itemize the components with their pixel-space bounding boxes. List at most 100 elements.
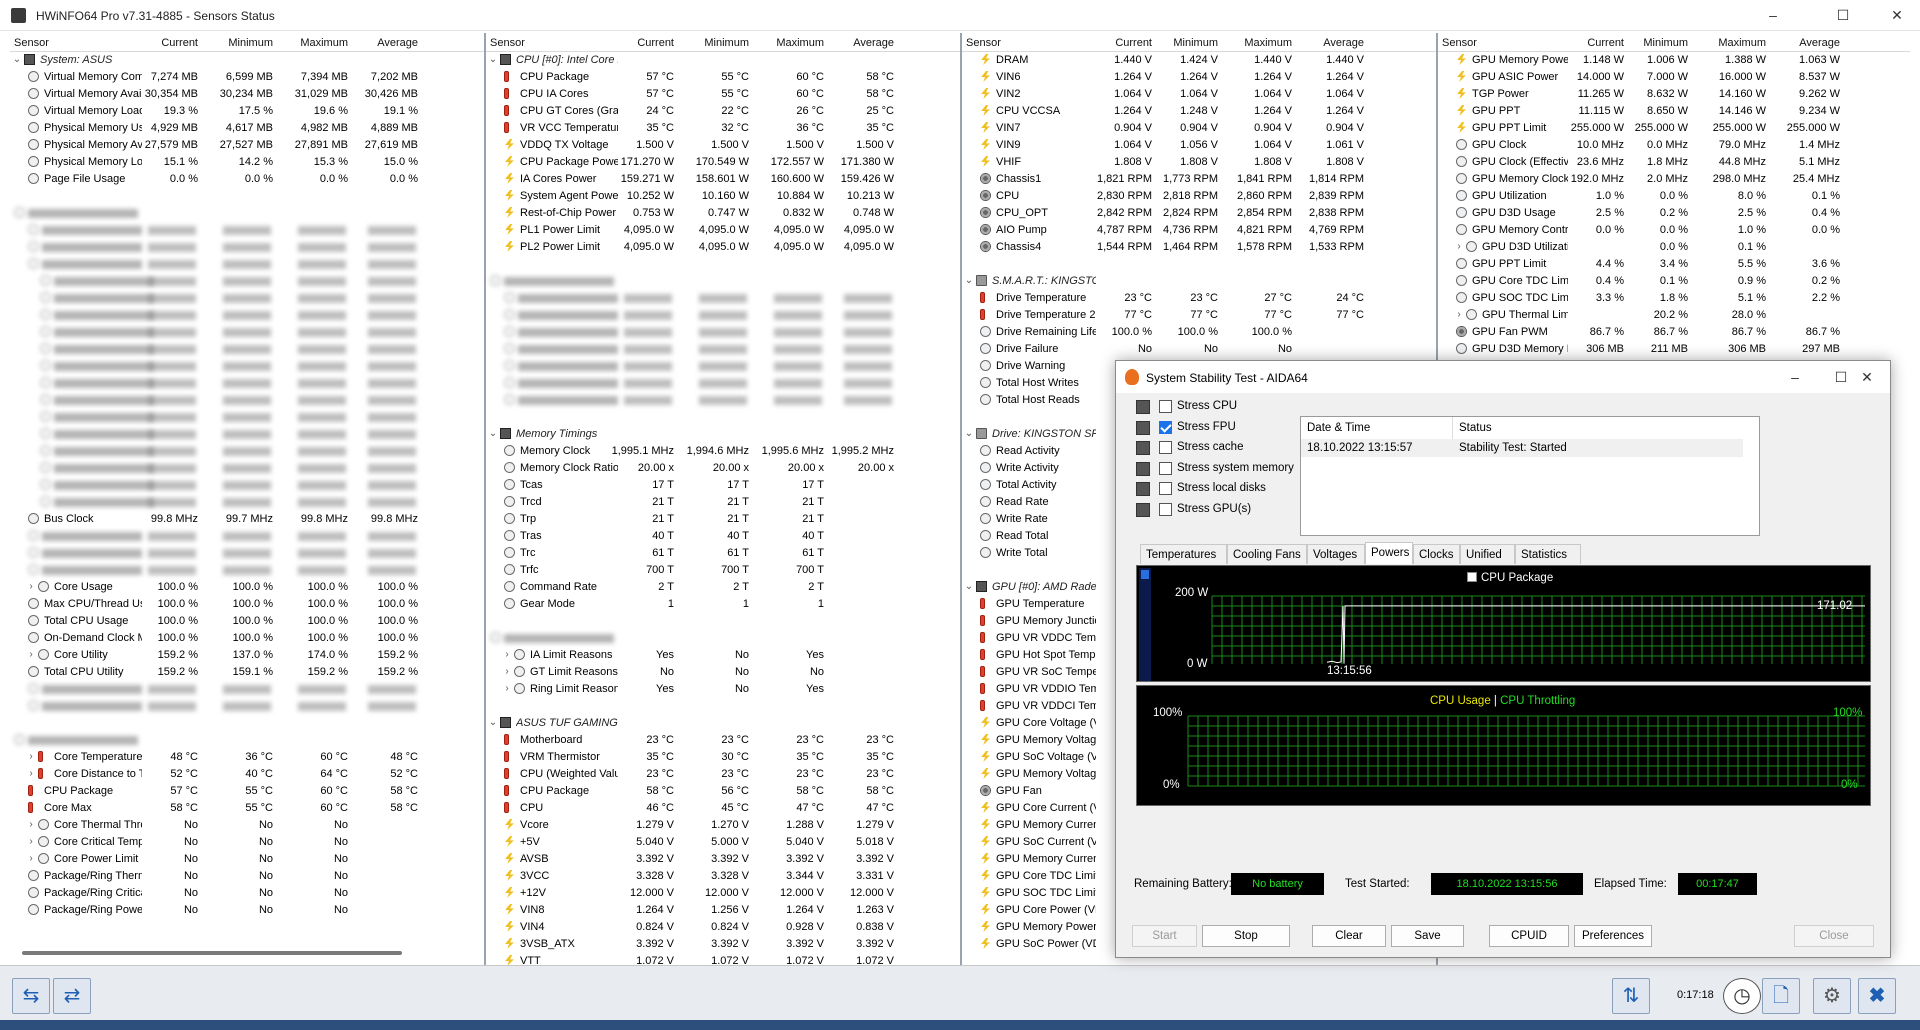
redacted-row[interactable] — [10, 562, 484, 579]
checkbox[interactable] — [1159, 482, 1172, 495]
sensor-row-core-thermal-throttling[interactable]: › Core Thermal Throttling No No No — [10, 817, 484, 834]
expand-chevron-icon[interactable]: › — [1454, 309, 1464, 320]
gear-icon[interactable]: ⚙ — [1813, 978, 1851, 1014]
sensor-row-vr-vcc-temperature-sv[interactable]: VR VCC Temperature (SV... 35 °C 32 °C 36 °C… — [486, 120, 960, 137]
aida-close-button[interactable]: ✕ — [1844, 361, 1890, 393]
sensor-row-physical-memory-available[interactable]: Physical Memory Available27,579 MB 27,527… — [10, 137, 484, 154]
collapse-chevron-icon[interactable]: ⌄ — [964, 581, 974, 592]
sensor-row-cpu[interactable]: CPU 2,830 RPM 2,818 RPM 2,860 RPM 2,839 RPM — [962, 188, 1436, 205]
redacted-row[interactable] — [486, 324, 960, 341]
save-button[interactable]: Save — [1391, 925, 1464, 947]
sensor-row-vcore[interactable]: Vcore 1.279 V 1.270 V 1.288 V 1.279 V — [486, 817, 960, 834]
sensor-row-gpu-core-tdc-limit[interactable]: GPU Core TDC Limit 0.4 % 0.1 % 0.9 % 0.2 % — [1438, 273, 1910, 290]
redacted-row[interactable] — [10, 681, 484, 698]
column-header[interactable]: Sensor Current Minimum Maximum Average — [486, 33, 960, 52]
sensor-row-vin7[interactable]: VIN7 0.904 V 0.904 V 0.904 V 0.904 V — [962, 120, 1436, 137]
header-minimum[interactable]: Minimum — [205, 37, 273, 49]
sensor-row-gear-mode[interactable]: Gear Mode 1 1 1 — [486, 596, 960, 613]
sensor-row-package-ring-power-limi[interactable]: Package/Ring Power Limi... No No No — [10, 902, 484, 919]
sensor-row-core-distance-to-tjmax[interactable]: › Core Distance to TjMAX 52 °C 40 °C 64 °C 52… — [10, 766, 484, 783]
sensor-row-ia-limit-reasons[interactable]: › IA Limit Reasons Yes No Yes — [486, 647, 960, 664]
expand-chevron-icon[interactable]: › — [502, 649, 512, 660]
sensor-row-tcas[interactable]: Tcas 17 T 17 T 17 T — [486, 477, 960, 494]
header-average[interactable]: Average — [1772, 37, 1840, 49]
expand-chevron-icon[interactable]: › — [1454, 241, 1464, 252]
redacted-row[interactable] — [486, 290, 960, 307]
header-minimum[interactable]: Minimum — [1150, 37, 1218, 49]
sensor-row-package-ring-critical-te[interactable]: Package/Ring Critical Te... No No No — [10, 885, 484, 902]
sensor-row-system-agent-power[interactable]: System Agent Power 10.252 W 10.160 W 10.884… — [486, 188, 960, 205]
sensor-row-gpu-memory-controller-u[interactable]: GPU Memory Controller U... 0.0 % 0.0 % 1.0 … — [1438, 222, 1910, 239]
expand-chevron-icon[interactable]: › — [26, 836, 36, 847]
sensor-group-s-m-a-r-t-kingston-s[interactable]: ⌄ S.M.A.R.T.: KINGSTON S... — [962, 273, 1436, 290]
redacted-row[interactable] — [10, 307, 484, 324]
sensor-row-core-temperatures[interactable]: › Core Temperatures 48 °C 36 °C 60 °C 48 °C — [10, 749, 484, 766]
sensor-row-chassis1[interactable]: Chassis1 1,821 RPM 1,773 RPM 1,841 RPM 1,814… — [962, 171, 1436, 188]
expand-chevron-icon[interactable]: › — [502, 666, 512, 677]
redacted-row[interactable] — [10, 290, 484, 307]
maximize-button[interactable]: ☐ — [1820, 0, 1866, 31]
tab-statistics[interactable]: Statistics — [1515, 544, 1581, 564]
sensor-row-pl2-power-limit[interactable]: PL2 Power Limit 4,095.0 W 4,095.0 W 4,095.0… — [486, 239, 960, 256]
collapse-left-right-icon[interactable]: ⇄ — [53, 978, 91, 1014]
sensor-row-trp[interactable]: Trp 21 T 21 T 21 T — [486, 511, 960, 528]
collapse-chevron-icon[interactable]: ⌄ — [488, 54, 498, 65]
sensor-group-cpu-0-intel-core-i5-1[interactable]: ⌄ CPU [#0]: Intel Core i5-1... — [486, 52, 960, 69]
collapse-chevron-icon[interactable]: ⌄ — [488, 717, 498, 728]
sensor-row-cpu-package[interactable]: CPU Package 58 °C 56 °C 58 °C 58 °C — [486, 783, 960, 800]
tab-powers[interactable]: Powers — [1365, 542, 1413, 564]
header-sensor[interactable]: Sensor — [490, 37, 525, 49]
redacted-row[interactable] — [10, 477, 484, 494]
sensor-row-virtual-memory-load[interactable]: Virtual Memory Load 19.3 % 17.5 % 19.6 % 19.… — [10, 103, 484, 120]
sensor-row-gpu-utilization[interactable]: GPU Utilization 1.0 % 0.0 % 8.0 % 0.1 % — [1438, 188, 1910, 205]
close-button[interactable]: ✕ — [1874, 0, 1920, 31]
sensor-row-vin9[interactable]: VIN9 1.064 V 1.056 V 1.064 V 1.061 V — [962, 137, 1436, 154]
sensor-row-dram[interactable]: DRAM 1.440 V 1.424 V 1.440 V 1.440 V — [962, 52, 1436, 69]
sensor-row-total-cpu-utility[interactable]: Total CPU Utility 159.2 % 159.1 % 159.2 % 15… — [10, 664, 484, 681]
sensor-row-12v[interactable]: +12V 12.000 V 12.000 V 12.000 V 12.000 V — [486, 885, 960, 902]
sensor-row-row[interactable] — [486, 256, 960, 273]
checkbox[interactable] — [1159, 420, 1172, 434]
report-icon[interactable]: 🗋 — [1762, 978, 1800, 1014]
sensor-row-vin4[interactable]: VIN4 0.824 V 0.824 V 0.928 V 0.838 V — [486, 919, 960, 936]
header-maximum[interactable]: Maximum — [1698, 37, 1766, 49]
sensor-row-total-cpu-usage[interactable]: Total CPU Usage 100.0 % 100.0 % 100.0 % 100.… — [10, 613, 484, 630]
redacted-row[interactable] — [10, 698, 484, 715]
sensor-row-core-utility[interactable]: › Core Utility 159.2 % 137.0 % 174.0 % 159.2 … — [10, 647, 484, 664]
column-header[interactable]: Sensor Current Minimum Maximum Average — [1438, 33, 1910, 52]
sensor-row-drive-temperature[interactable]: Drive Temperature 23 °C 23 °C 27 °C 24 °C — [962, 290, 1436, 307]
sensor-row-gpu-d3d-utilizations[interactable]: › GPU D3D Utilizations 0.0 % 0.1 % — [1438, 239, 1910, 256]
sensor-group-memory-timings[interactable]: ⌄ Memory Timings — [486, 426, 960, 443]
redacted-row[interactable] — [10, 409, 484, 426]
redacted-row[interactable] — [486, 392, 960, 409]
tab-clocks[interactable]: Clocks — [1413, 544, 1460, 564]
sensor-row-chassis4[interactable]: Chassis4 1,544 RPM 1,464 RPM 1,578 RPM 1,533… — [962, 239, 1436, 256]
sensor-row-gpu-thermal-limits[interactable]: › GPU Thermal Limits 20.2 % 28.0 % — [1438, 307, 1910, 324]
sensor-row-row[interactable] — [486, 698, 960, 715]
sensor-row-command-rate[interactable]: Command Rate 2 T 2 T 2 T — [486, 579, 960, 596]
sensor-row-bus-clock[interactable]: Bus Clock 99.8 MHz 99.7 MHz 99.8 MHz 99.8 MH… — [10, 511, 484, 528]
collapse-chevron-icon[interactable]: ⌄ — [964, 428, 974, 439]
redacted-row[interactable] — [10, 222, 484, 239]
redacted-row[interactable] — [486, 358, 960, 375]
sensor-row-core-power-limit-exc[interactable]: › Core Power Limit Exc... No No No — [10, 851, 484, 868]
sensor-pane-2[interactable]: Sensor Current Minimum Maximum Average ⌄ CPU [… — [486, 33, 962, 965]
sensor-row-physical-memory-load[interactable]: Physical Memory Load 15.1 % 14.2 % 15.3 % 15… — [10, 154, 484, 171]
sensor-row-vddq-tx-voltage[interactable]: VDDQ TX Voltage 1.500 V 1.500 V 1.500 V 1.50… — [486, 137, 960, 154]
legend-check-icon[interactable] — [1467, 572, 1477, 582]
preferences-button[interactable]: Preferences — [1574, 925, 1652, 947]
graph-scrollbar[interactable] — [1139, 568, 1151, 681]
column-header[interactable]: Sensor Current Minimum Maximum Average — [962, 33, 1436, 52]
sensor-row-gpu-ppt-limit[interactable]: GPU PPT Limit 255.000 W 255.000 W 255.000 W… — [1438, 120, 1910, 137]
tab-voltages[interactable]: Voltages — [1307, 544, 1365, 564]
tab-temperatures[interactable]: Temperatures — [1140, 544, 1227, 564]
expand-chevron-icon[interactable]: › — [26, 581, 36, 592]
redacted-row[interactable] — [10, 273, 484, 290]
sensor-row-drive-failure[interactable]: Drive Failure No No No — [962, 341, 1436, 358]
sensor-row-gpu-ppt-limit[interactable]: GPU PPT Limit 4.4 % 3.4 % 5.5 % 3.6 % — [1438, 256, 1910, 273]
expand-chevron-icon[interactable]: › — [26, 768, 36, 779]
redacted-row[interactable] — [10, 494, 484, 511]
sensor-row-core-critical-tempera[interactable]: › Core Critical Tempera... No No No — [10, 834, 484, 851]
sensor-row-avsb[interactable]: AVSB 3.392 V 3.392 V 3.392 V 3.392 V — [486, 851, 960, 868]
collapse-chevron-icon[interactable]: ⌄ — [964, 275, 974, 286]
